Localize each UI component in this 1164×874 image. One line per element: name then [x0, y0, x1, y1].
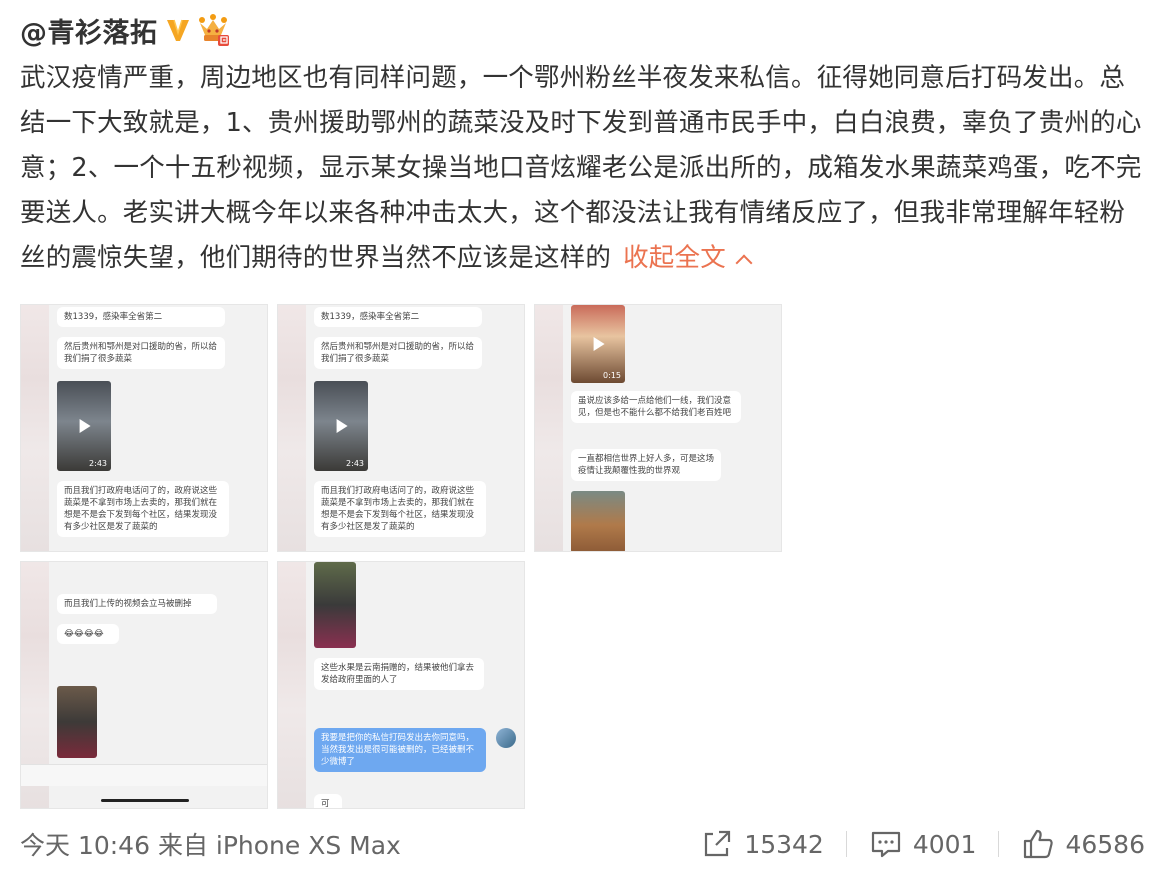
- image-thumbnail[interactable]: 数1339，感染率全省第二 然后贵州和鄂州是对口援助的省，所以给我们捐了很多蔬菜…: [20, 304, 268, 552]
- play-icon: [593, 337, 605, 351]
- chat-bubble: 可以: [314, 794, 342, 808]
- pink-blur-strip: [535, 305, 563, 551]
- weibo-post: @青衫落拓 武汉疫情严重，周边地区也有同样问题，一个鄂州粉丝半夜发来私信。征得她…: [0, 0, 1164, 874]
- comment-button[interactable]: 4001: [869, 827, 977, 861]
- post-meta: 今天 10:46 来自 iPhone XS Max: [20, 831, 401, 860]
- comment-icon: [871, 831, 900, 858]
- chat-bubble: 这些水果是云南捐赠的，结果被他们拿去发给政府里面的人了: [314, 658, 484, 690]
- post-header: @青衫落拓: [20, 10, 230, 50]
- divider: [845, 831, 847, 857]
- image-thumbnail[interactable]: 数1339，感染率全省第二 然后贵州和鄂州是对口援助的省，所以给我们捐了很多蔬菜…: [277, 304, 525, 552]
- like-count: 46586: [1065, 829, 1145, 859]
- image-grid: 数1339，感染率全省第二 然后贵州和鄂州是对口援助的省，所以给我们捐了很多蔬菜…: [20, 304, 782, 809]
- play-icon: [336, 419, 348, 433]
- thumbs-up-icon: [1024, 829, 1054, 859]
- chat-bubble: 而且我们打政府电话问了的，政府说这些蔬菜是不拿到市场上去卖的，那我们就在想是不是…: [314, 481, 486, 537]
- author-name[interactable]: @青衫落拓: [20, 11, 158, 50]
- chat-bubble-sent: 我要是把你的私信打码发出去你同意吗，当然我发出是很可能被删的，已经被删不少微博了: [314, 728, 486, 772]
- post-footer: 今天 10:46 来自 iPhone XS Max 15342 4001 465…: [20, 824, 1145, 864]
- chat-input-bar: [21, 764, 267, 786]
- collapse-label: 收起全文: [623, 243, 726, 273]
- chat-bubble: 而且我们上传的视频会立马被删掉: [57, 594, 217, 614]
- repost-count: 15342: [744, 829, 824, 859]
- post-body: 武汉疫情严重，周边地区也有同样问题，一个鄂州粉丝半夜发来私信。征得她同意后打码发…: [20, 63, 1142, 273]
- video-thumbnail: 2:43: [314, 381, 368, 471]
- chat-bubble: 😂😂😂😂: [57, 624, 119, 644]
- chevron-up-icon: [735, 254, 753, 272]
- chat-bubble: 数1339，感染率全省第二: [57, 307, 225, 327]
- post-text: 武汉疫情严重，周边地区也有同样问题，一个鄂州粉丝半夜发来私信。征得她同意后打码发…: [20, 56, 1145, 281]
- image-thumbnail[interactable]: 0:15 虽说应该多给一点给他们一线，我们没意见，但是也不能什么都不给我们老百姓…: [534, 304, 782, 552]
- vip-crown-icon: [198, 14, 229, 46]
- share-icon: [705, 830, 731, 857]
- chat-bubble: 而且我们打政府电话问了的，政府说这些蔬菜是不拿到市场上去卖的，那我们就在想是不是…: [57, 481, 229, 537]
- comment-count: 4001: [912, 829, 977, 859]
- chat-bubble: 虽说应该多给一点给他们一线，我们没意见，但是也不能什么都不给我们老百姓吧: [571, 391, 741, 423]
- play-icon: [79, 419, 91, 433]
- action-bar: 15342 4001 46586: [700, 824, 1145, 864]
- chat-bubble: 数1339，感染率全省第二: [314, 307, 482, 327]
- divider: [998, 831, 1000, 857]
- photo-thumbnail: [314, 562, 356, 648]
- video-thumbnail: 0:15: [571, 305, 625, 383]
- photo-thumbnail: [57, 686, 97, 758]
- chat-bubble: 然后贵州和鄂州是对口援助的省，所以给我们捐了很多蔬菜: [314, 337, 482, 369]
- image-thumbnail[interactable]: 这些水果是云南捐赠的，结果被他们拿去发给政府里面的人了 我要是把你的私信打码发出…: [277, 561, 525, 809]
- avatar: [496, 728, 516, 748]
- video-thumbnail: 2:43: [57, 381, 111, 471]
- pink-blur-strip: [21, 305, 49, 551]
- like-button[interactable]: 46586: [1021, 827, 1145, 861]
- collapse-button[interactable]: 收起全文: [623, 243, 753, 273]
- chat-bubble: 一直都相信世界上好人多，可是这场疫情让我颠覆性我的世界观: [571, 449, 721, 481]
- photo-thumbnail: [571, 491, 625, 551]
- video-duration: 2:43: [89, 459, 107, 468]
- video-duration: 0:15: [603, 371, 621, 380]
- verified-badge-icon: [166, 19, 189, 41]
- video-duration: 2:43: [346, 459, 364, 468]
- pink-blur-strip: [278, 562, 306, 808]
- chat-bubble: 然后贵州和鄂州是对口援助的省，所以给我们捐了很多蔬菜: [57, 337, 225, 369]
- home-indicator: [101, 799, 189, 802]
- pink-blur-strip: [278, 305, 306, 551]
- repost-button[interactable]: 15342: [700, 827, 824, 861]
- image-thumbnail[interactable]: 而且我们上传的视频会立马被删掉 😂😂😂😂: [20, 561, 268, 809]
